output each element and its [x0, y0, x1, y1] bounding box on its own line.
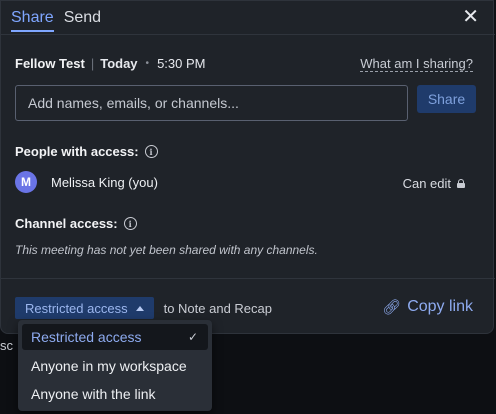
access-row: Restricted access to Note and Recap — [15, 297, 272, 319]
background-text: sc — [0, 338, 13, 353]
meeting-meta: Fellow Test | Today • 5:30 PM — [15, 56, 205, 71]
access-selected-label: Restricted access — [25, 300, 128, 316]
meeting-day: Today — [100, 56, 138, 71]
share-button[interactable]: Share — [417, 85, 476, 113]
avatar: M — [15, 171, 37, 193]
copy-link-button[interactable]: 🔗︎ Copy link — [382, 298, 473, 316]
tab-send[interactable]: Send — [64, 7, 101, 32]
meta-dot: • — [145, 58, 150, 69]
people-title-text: People with access: — [15, 144, 139, 159]
what-am-i-sharing-link[interactable]: What am I sharing? — [360, 56, 473, 72]
footer-divider — [1, 278, 495, 279]
person-row: M Melissa King (you) — [15, 171, 158, 193]
meeting-time: 5:30 PM — [157, 56, 206, 71]
permission-text: Can edit — [402, 176, 451, 191]
option-label: Restricted access — [31, 329, 142, 345]
channel-title-text: Channel access: — [15, 216, 118, 231]
info-icon[interactable]: i — [144, 145, 158, 158]
people-section-title: People with access: i — [15, 144, 158, 159]
lock-icon — [457, 179, 465, 188]
copy-link-label: Copy link — [407, 298, 473, 315]
channel-section-title: Channel access: i — [15, 216, 137, 231]
header-divider — [1, 34, 495, 35]
person-name: Melissa King (you) — [51, 174, 158, 190]
share-dialog: Share Send ✕ Fellow Test | Today • 5:30 … — [0, 0, 495, 334]
option-label: Anyone with the link — [31, 386, 156, 402]
access-level-select[interactable]: Restricted access — [15, 297, 154, 319]
check-icon: ✓ — [187, 330, 198, 344]
dropdown-option-restricted[interactable]: Restricted access ✓ — [22, 324, 208, 350]
dropdown-option-anyone-link[interactable]: Anyone with the link — [22, 381, 208, 407]
caret-up-icon — [135, 305, 144, 311]
access-dropdown-menu: Restricted access ✓ Anyone in my workspa… — [18, 320, 212, 411]
dropdown-option-workspace[interactable]: Anyone in my workspace — [22, 353, 208, 379]
link-icon: 🔗︎ — [382, 299, 402, 316]
channel-empty-note: This meeting has not yet been shared wit… — [15, 243, 318, 257]
tab-share[interactable]: Share — [11, 7, 54, 32]
option-label: Anyone in my workspace — [31, 358, 187, 374]
access-suffix-text: to Note and Recap — [163, 300, 272, 316]
tab-bar: Share Send — [11, 7, 101, 32]
info-icon[interactable]: i — [123, 217, 137, 230]
permission-label: Can edit — [403, 176, 465, 191]
invite-input[interactable] — [15, 85, 408, 121]
meta-separator: | — [90, 56, 95, 71]
close-icon[interactable]: ✕ — [462, 7, 479, 27]
meeting-title: Fellow Test — [15, 56, 85, 71]
